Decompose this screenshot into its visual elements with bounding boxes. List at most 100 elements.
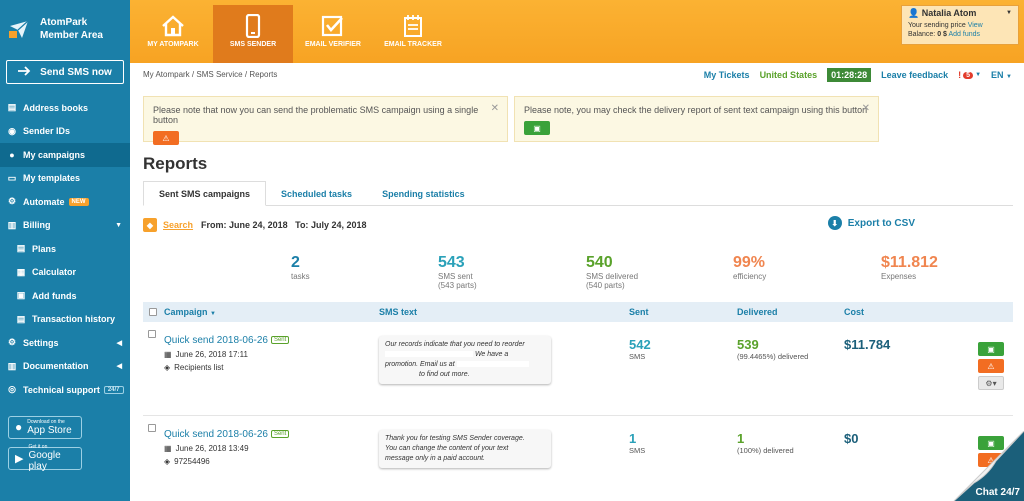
tab-my-atompark[interactable]: MY ATOMPARK — [133, 5, 213, 63]
from-date[interactable]: June 24, 2018 — [229, 220, 288, 230]
user-account-box[interactable]: 👤 Natalia Atom ▼ Your sending price View… — [901, 5, 1019, 45]
sent-badge: Sent — [270, 336, 290, 345]
brand[interactable]: AtomPark Member Area — [0, 0, 130, 57]
campaign-recipients: Recipients list — [174, 363, 224, 372]
language-selector[interactable]: EN ▼ — [991, 70, 1012, 80]
to-date[interactable]: July 24, 2018 — [311, 220, 367, 230]
tab-email-verifier[interactable]: EMAIL VERIFIER — [293, 5, 373, 63]
sidebar-item-address-books[interactable]: ▤ Address books — [0, 96, 130, 120]
sort-down-icon: ▼ — [210, 311, 216, 317]
tab-spending-statistics[interactable]: Spending statistics — [367, 181, 480, 206]
sent-unit: SMS — [629, 446, 646, 455]
notice-problematic-campaign: Please note that now you can send the pr… — [143, 96, 508, 145]
support-icon: ◎ — [8, 384, 16, 395]
row-checkbox[interactable] — [148, 330, 156, 338]
sidebar-item-sender-ids[interactable]: ◉ Sender IDs — [0, 120, 130, 144]
tab-sms-sender[interactable]: SMS SENDER — [213, 5, 293, 63]
chat-widget[interactable]: Chat 24/7 — [944, 430, 1024, 501]
calendar-icon: ▦ — [164, 444, 172, 453]
row-checkbox[interactable] — [148, 424, 156, 432]
stat-sms-delivered: 540 SMS delivered (540 parts) — [586, 254, 638, 290]
close-icon[interactable]: ✕ — [862, 103, 870, 114]
column-sms-text: SMS text — [379, 307, 418, 317]
google-play-badge[interactable]: ▶ Get it on Google play — [8, 444, 82, 472]
report-button[interactable]: ▣ — [524, 121, 550, 135]
sidebar-item-automate[interactable]: ⚙ Automate NEW — [0, 190, 130, 214]
balance-value: 0 $ — [937, 31, 947, 38]
stat-value: 2 — [291, 254, 300, 271]
sidebar-item-label: Technical support — [23, 384, 100, 395]
brand-line2: Member Area — [40, 29, 103, 41]
redacted-block — [456, 361, 529, 368]
stat-label: SMS delivered — [586, 272, 639, 281]
to-label: To: — [295, 220, 309, 230]
sidebar-item-technical-support[interactable]: ◎ Technical support 24/7 — [0, 378, 130, 402]
tab-email-tracker[interactable]: EMAIL TRACKER — [373, 5, 453, 63]
tab-sent-sms-campaigns[interactable]: Sent SMS campaigns — [143, 181, 267, 206]
campaign-title-link[interactable]: Quick send 2018-06-26 — [164, 429, 268, 440]
my-tickets-link[interactable]: My Tickets — [704, 70, 750, 80]
plans-icon: ▤ — [16, 243, 26, 254]
search-link[interactable]: Search — [163, 220, 193, 230]
sidebar-item-my-templates[interactable]: ▭ My templates — [0, 167, 130, 191]
leave-feedback-link[interactable]: Leave feedback — [881, 70, 948, 80]
atompark-logo-icon — [8, 18, 30, 40]
breadcrumb-item: Reports — [249, 70, 278, 79]
table-row: Quick send 2018-06-26 Sent ▦ June 26, 2018… — [143, 416, 1013, 501]
sidebar-item-add-funds[interactable]: ▣ Add funds — [0, 284, 130, 308]
balance-label: Balance: — [908, 31, 936, 38]
country-selector[interactable]: United States — [760, 70, 818, 80]
sent-count: 542 — [629, 337, 651, 352]
sidebar-item-billing[interactable]: ▥ Billing ▼ — [0, 214, 130, 238]
warning-icon: ⚠ — [987, 361, 995, 371]
image-icon: ▣ — [533, 123, 541, 133]
settings-icon: ⚙ — [7, 337, 17, 348]
notifications-button[interactable]: ! 5 ▼ — [958, 70, 981, 80]
sidebar-item-calculator[interactable]: ▦ Calculator — [0, 261, 130, 285]
tab-scheduled-tasks[interactable]: Scheduled tasks — [266, 181, 367, 206]
history-icon: ▤ — [16, 313, 26, 324]
redacted-block — [385, 351, 473, 358]
sidebar-item-transaction-history[interactable]: ▤ Transaction history — [0, 308, 130, 332]
column-campaign[interactable]: Campaign ▼ — [164, 307, 216, 317]
campaign-title-link[interactable]: Quick send 2018-06-26 — [164, 335, 268, 346]
tab-label: EMAIL TRACKER — [384, 41, 442, 48]
settings-dropdown[interactable]: ⚙▾ — [978, 376, 1004, 390]
export-to-csv-button[interactable]: ⬇ Export to CSV — [827, 216, 915, 230]
send-sms-now-button[interactable]: Send SMS now — [6, 60, 124, 84]
sidebar-item-documentation[interactable]: ▥ Documentation ◀ — [0, 355, 130, 379]
breadcrumb-separator: / — [191, 70, 195, 79]
sidebar-item-plans[interactable]: ▤ Plans — [0, 237, 130, 261]
stat-value: 540 — [586, 254, 613, 271]
view-price-link[interactable]: View — [968, 22, 983, 29]
price-label: Your sending price — [908, 22, 966, 29]
exclamation-icon: ! — [958, 70, 962, 80]
breadcrumb-separator: / — [244, 70, 248, 79]
add-funds-link[interactable]: Add funds — [949, 31, 981, 38]
stat-value: 543 — [438, 254, 465, 271]
sidebar-item-label: Sender IDs — [23, 126, 71, 137]
chevron-down-icon: ▼ — [975, 72, 982, 78]
sms-text-line: Thank you for testing SMS Sender coverag… — [385, 435, 525, 442]
breadcrumb-item[interactable]: SMS Service — [196, 70, 242, 79]
chat-label: Chat 24/7 — [975, 487, 1020, 498]
header-links: My Tickets United States 01:28:28 Leave … — [704, 68, 1012, 82]
close-icon[interactable]: ✕ — [491, 103, 499, 114]
sidebar-item-my-campaigns[interactable]: ● My campaigns — [0, 143, 130, 167]
sidebar-item-label: Calculator — [32, 267, 77, 278]
delivered-count: 1 — [737, 431, 745, 446]
sidebar-item-settings[interactable]: ⚙ Settings ◀ — [0, 331, 130, 355]
select-all-checkbox[interactable] — [149, 308, 157, 316]
report-button[interactable]: ▣ — [978, 342, 1004, 356]
caret-left-icon: ◀ — [116, 339, 122, 347]
warning-button[interactable]: ⚠ — [153, 131, 179, 145]
home-icon — [133, 11, 213, 41]
delivered-percent: (99.4465%) delivered — [737, 352, 809, 361]
breadcrumb-item[interactable]: My Atompark — [143, 70, 190, 79]
notice-delivery-report: Please note, you may check the delivery … — [514, 96, 879, 142]
tab-label: MY ATOMPARK — [147, 41, 199, 48]
warning-button[interactable]: ⚠ — [978, 359, 1004, 373]
session-timer: 01:28:28 — [827, 68, 872, 82]
app-store-badge[interactable]: ● Download on the App Store — [8, 415, 82, 439]
from-label: From: — [201, 220, 227, 230]
